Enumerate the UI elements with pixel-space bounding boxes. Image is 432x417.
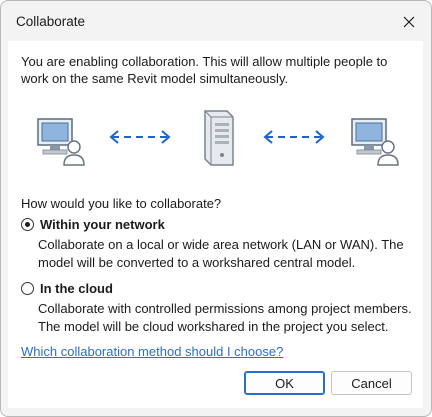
collaboration-diagram (37, 110, 399, 166)
title-bar: Collaborate (1, 1, 431, 41)
computer-user-icon (37, 118, 85, 166)
cancel-button[interactable]: Cancel (331, 371, 412, 395)
option-label-within-network: Within your network (40, 217, 165, 232)
double-arrow-icon (263, 130, 325, 144)
server-icon (204, 110, 234, 166)
intro-text: You are enabling collaboration. This wil… (21, 54, 388, 86)
option-description-within-network: Collaborate on a local or wide area netw… (38, 237, 404, 270)
close-icon (403, 16, 415, 28)
close-button[interactable] (395, 9, 423, 35)
radio-within-network[interactable] (21, 218, 34, 231)
option-description-in-cloud: Collaborate with controlled permissions … (38, 301, 412, 334)
option-label-in-cloud: In the cloud (40, 281, 113, 296)
ok-button[interactable]: OK (244, 371, 325, 395)
double-arrow-icon (109, 130, 171, 144)
collaborate-dialog: Collaborate You are enabling collaborati… (0, 0, 432, 417)
computer-user-icon (351, 118, 399, 166)
collaboration-question: How would you like to collaborate? (21, 196, 222, 211)
dialog-content: You are enabling collaboration. This wil… (8, 41, 423, 408)
radio-in-cloud[interactable] (21, 282, 34, 295)
help-link[interactable]: Which collaboration method should I choo… (21, 344, 283, 359)
dialog-title: Collaborate (16, 14, 86, 29)
